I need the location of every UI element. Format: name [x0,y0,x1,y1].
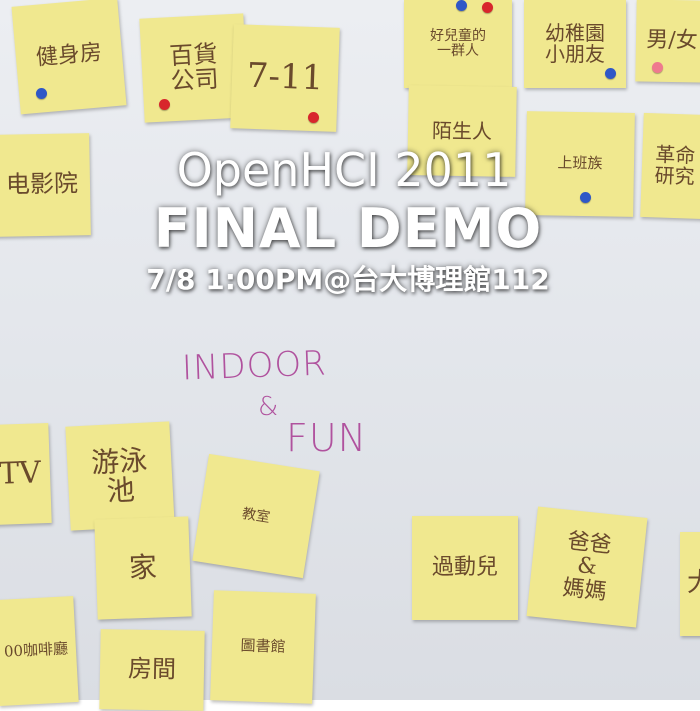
sticky-note-gender: 男/女 [635,0,700,83]
sticky-note-hyperactive-kid: 過動兒 [412,516,518,620]
headline-date-location: 7/8 1:00PM@台大博理館112 [146,263,550,296]
sticky-note-partial: 大 [680,532,700,636]
sticky-note-group: 好兒童的 一群人 [404,0,512,88]
sticky-note-library: 圖書館 [210,590,316,704]
sticky-note-cafe: 00咖啡廳 [0,595,79,707]
red-pin [159,99,170,110]
sticky-note-home: 家 [94,516,192,620]
event-headline: OpenHCI 2011 FINAL DEMO 7/8 1:00PM@台大博理館… [0,140,700,302]
red-pin [482,2,493,13]
red-pin [308,112,319,123]
headline-title: OpenHCI 2011 [176,143,512,197]
board-writing-indoor: INDOOR [181,343,328,389]
sticky-note-bedroom: 房間 [99,629,205,711]
pink-pin [652,62,663,73]
sticky-note-gym: 健身房 [11,0,127,115]
board-writing-ampersand: & [258,392,280,422]
sticky-note-7-11: 7-11 [230,24,340,132]
sticky-note-parents: 爸爸 & 媽媽 [526,506,648,628]
blue-pin [456,0,467,11]
blue-pin [36,88,47,99]
headline-final-demo: FINAL DEMO [153,197,543,260]
sticky-note-classroom: 教室 [192,453,320,579]
board-writing-fun: FUN [286,416,368,460]
blue-pin [605,68,616,79]
sticky-note-tv: TV [0,422,52,526]
sticky-note-swimming-pool: 游泳 池 [65,421,175,531]
